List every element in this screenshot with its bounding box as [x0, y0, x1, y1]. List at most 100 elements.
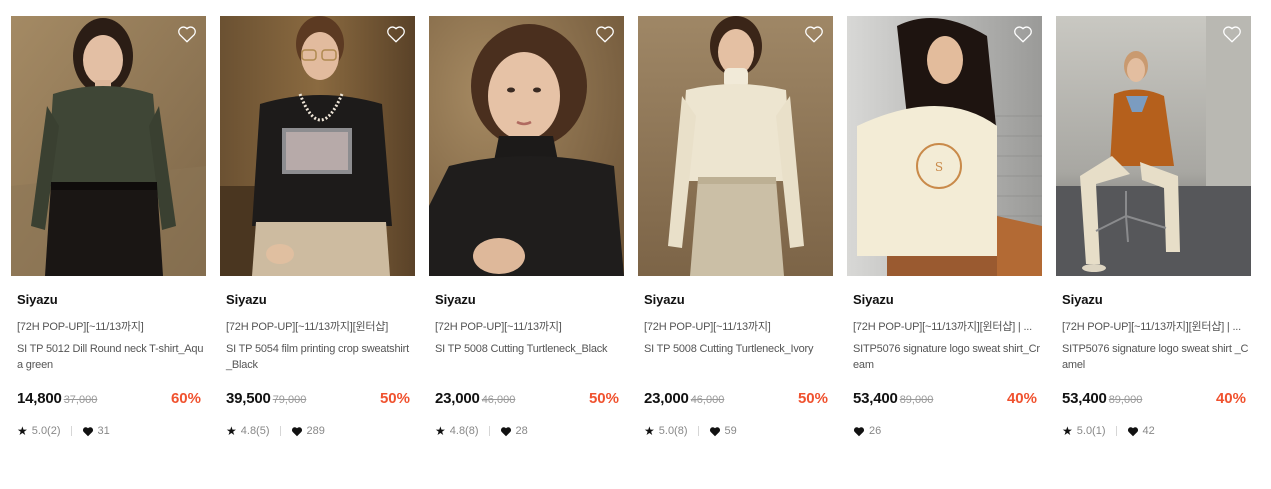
discount-rate: 50% — [797, 390, 828, 407]
review-meta: ★ 5.0(1) 42 — [1062, 424, 1155, 438]
discount-rate: 50% — [588, 390, 619, 407]
heart-filled-icon — [1127, 426, 1139, 437]
like-count: 59 — [724, 425, 737, 437]
like-count: 28 — [515, 425, 528, 437]
product-card[interactable]: Siyazu [72H POP-UP][~11/13까지] SI TP 5008… — [638, 16, 833, 456]
rating-value: 5.0(2) — [31, 425, 61, 437]
sale-price: 23,000 — [435, 390, 480, 407]
wishlist-heart-icon[interactable] — [1013, 25, 1033, 43]
sale-price: 23,000 — [644, 390, 689, 407]
product-image[interactable] — [220, 16, 415, 276]
star-icon: ★ — [644, 424, 655, 438]
like-count: 289 — [306, 425, 325, 437]
divider — [1115, 426, 1117, 436]
sale-price: 39,500 — [226, 390, 271, 407]
rating-value: 5.0(1) — [1076, 425, 1106, 437]
svg-text:S: S — [935, 160, 943, 174]
model-camel-sweatshirt-photo — [1056, 16, 1251, 276]
heart-filled-icon — [709, 426, 721, 437]
promo-tag: [72H POP-UP][~11/13까지][윈터샵] — [226, 321, 389, 333]
promo-tag: [72H POP-UP][~11/13까지][윈터샵] | ... — [1062, 321, 1242, 333]
heart-filled-icon — [500, 426, 512, 437]
price-row: 14,800 37,000 60% — [17, 390, 201, 412]
promo-tag: [72H POP-UP][~11/13까지] — [644, 321, 771, 333]
promo-tag: [72H POP-UP][~11/13까지] — [435, 321, 562, 333]
divider — [70, 426, 72, 436]
product-card[interactable]: S Siyazu [72H POP-UP][~11/13까지][윈터샵] | .… — [847, 16, 1042, 456]
brand-name[interactable]: Siyazu — [435, 292, 476, 307]
product-name[interactable]: SI TP 5054 film printing crop sweatshirt… — [226, 341, 414, 373]
rating-value: 5.0(8) — [658, 425, 688, 437]
review-meta: 26 — [853, 424, 881, 438]
like-count: 31 — [97, 425, 110, 437]
model-black-sweatshirt-photo — [220, 16, 415, 276]
product-image[interactable] — [11, 16, 206, 276]
divider — [488, 426, 490, 436]
heart-filled-icon — [291, 426, 303, 437]
product-name[interactable]: SI TP 5008 Cutting Turtleneck_Ivory — [644, 341, 832, 357]
review-meta: ★ 5.0(2) 31 — [17, 424, 110, 438]
brand-name[interactable]: Siyazu — [17, 292, 58, 307]
product-card[interactable]: Siyazu [72H POP-UP][~11/13까지][윈터샵] SI TP… — [220, 16, 415, 456]
star-icon: ★ — [1062, 424, 1073, 438]
product-image[interactable]: S — [847, 16, 1042, 276]
brand-name[interactable]: Siyazu — [226, 292, 267, 307]
original-price: 79,000 — [272, 394, 307, 406]
price-row: 53,400 89,000 40% — [1062, 390, 1246, 412]
original-price: 37,000 — [63, 394, 98, 406]
rating-value: 4.8(5) — [240, 425, 270, 437]
star-icon: ★ — [17, 424, 28, 438]
wishlist-heart-icon[interactable] — [804, 25, 824, 43]
original-price: 46,000 — [690, 394, 725, 406]
product-name[interactable]: SI TP 5012 Dill Round neck T-shirt_Aqua … — [17, 341, 205, 373]
divider — [279, 426, 281, 436]
product-image[interactable] — [638, 16, 833, 276]
discount-rate: 40% — [1006, 390, 1037, 407]
star-icon: ★ — [435, 424, 446, 438]
like-count: 26 — [869, 425, 882, 437]
original-price: 89,000 — [1108, 394, 1143, 406]
model-black-turtleneck-photo — [429, 16, 624, 276]
discount-rate: 60% — [170, 390, 201, 407]
wishlist-heart-icon[interactable] — [177, 25, 197, 43]
review-meta: ★ 4.8(8) 28 — [435, 424, 528, 438]
divider — [697, 426, 699, 436]
model-ivory-turtleneck-photo — [638, 16, 833, 276]
original-price: 89,000 — [899, 394, 934, 406]
brand-name[interactable]: Siyazu — [1062, 292, 1103, 307]
product-name[interactable]: SI TP 5008 Cutting Turtleneck_Black — [435, 341, 623, 357]
original-price: 46,000 — [481, 394, 516, 406]
wishlist-heart-icon[interactable] — [1222, 25, 1242, 43]
product-card[interactable]: Siyazu [72H POP-UP][~11/13까지][윈터샵] | ...… — [1056, 16, 1251, 456]
promo-tag: [72H POP-UP][~11/13까지] — [17, 321, 144, 333]
like-count: 42 — [1142, 425, 1155, 437]
product-card[interactable]: Siyazu [72H POP-UP][~11/13까지] SI TP 5012… — [11, 16, 206, 456]
discount-rate: 40% — [1215, 390, 1246, 407]
product-name[interactable]: SITP5076 signature logo sweat shirt_Crea… — [853, 341, 1041, 373]
price-row: 53,400 89,000 40% — [853, 390, 1037, 412]
brand-name[interactable]: Siyazu — [644, 292, 685, 307]
product-image[interactable] — [1056, 16, 1251, 276]
price-row: 23,000 46,000 50% — [435, 390, 619, 412]
promo-tag: [72H POP-UP][~11/13까지][윈터샵] | ... — [853, 321, 1033, 333]
sale-price: 14,800 — [17, 390, 62, 407]
sale-price: 53,400 — [1062, 390, 1107, 407]
review-meta: ★ 5.0(8) 59 — [644, 424, 737, 438]
model-cream-sweatshirt-photo: S — [847, 16, 1042, 276]
heart-filled-icon — [82, 426, 94, 437]
star-icon: ★ — [226, 424, 237, 438]
product-image[interactable] — [429, 16, 624, 276]
sale-price: 53,400 — [853, 390, 898, 407]
product-name[interactable]: SITP5076 signature logo sweat shirt _Cam… — [1062, 341, 1250, 373]
price-row: 23,000 46,000 50% — [644, 390, 828, 412]
wishlist-heart-icon[interactable] — [386, 25, 406, 43]
heart-filled-icon — [853, 426, 865, 437]
model-olive-tshirt-photo — [11, 16, 206, 276]
rating-value: 4.8(8) — [449, 425, 479, 437]
product-grid: Siyazu [72H POP-UP][~11/13까지] SI TP 5012… — [11, 16, 1261, 476]
product-card[interactable]: Siyazu [72H POP-UP][~11/13까지] SI TP 5008… — [429, 16, 624, 456]
brand-name[interactable]: Siyazu — [853, 292, 894, 307]
review-meta: ★ 4.8(5) 289 — [226, 424, 325, 438]
wishlist-heart-icon[interactable] — [595, 25, 615, 43]
discount-rate: 50% — [379, 390, 410, 407]
